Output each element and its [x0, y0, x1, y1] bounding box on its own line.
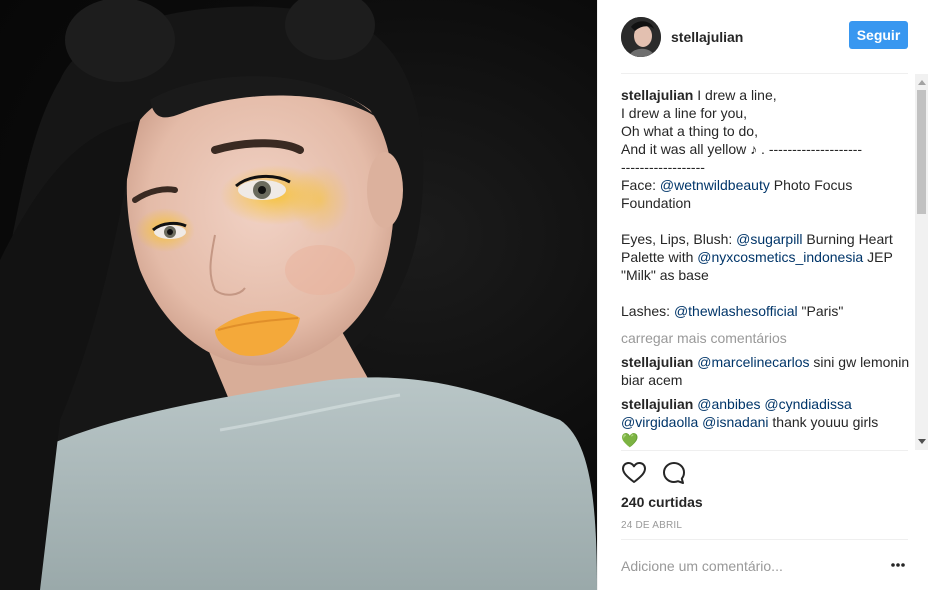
caption-line: ------------------ — [621, 159, 705, 175]
caption-face: Face: @wetnwildbeauty Photo Focus Founda… — [621, 177, 853, 211]
comment-username[interactable]: stellajulian — [621, 354, 693, 370]
post-photo[interactable] — [0, 0, 597, 590]
scroll-down-arrow-icon[interactable] — [918, 439, 926, 444]
caption-lashes: Lashes: @thewlashesofficial "Paris" — [621, 303, 844, 319]
mention-link[interactable]: @marcelinecarlos — [697, 354, 809, 370]
comment-item: stellajulian @anbibes @cyndiadissa @virg… — [621, 395, 911, 448]
more-options-icon[interactable] — [890, 560, 906, 570]
divider — [621, 73, 908, 74]
heart-icon[interactable] — [621, 460, 647, 486]
comment-icon[interactable] — [661, 460, 687, 486]
header-username[interactable]: stellajulian — [671, 29, 743, 45]
comment-item: stellajulian @marcelinecarlos sini gw le… — [621, 353, 911, 389]
avatar-image — [621, 16, 661, 57]
caption: stellajulian I drew a line, I drew a lin… — [621, 86, 911, 320]
mention-link[interactable]: @thewlashesofficial — [674, 303, 798, 319]
scroll-up-arrow-icon[interactable] — [918, 80, 926, 85]
mention-link[interactable]: @anbibes — [697, 396, 760, 412]
load-more-comments-link[interactable]: carregar mais comentários — [621, 329, 911, 347]
likes-count[interactable]: 240 curtidas — [621, 494, 703, 510]
add-comment-input[interactable] — [621, 558, 861, 574]
instagram-post-modal: stellajulian Seguir stellajulian I drew … — [0, 0, 928, 590]
mention-link[interactable]: @wetnwildbeauty — [660, 177, 770, 193]
comment-text: thank youuu girls — [768, 414, 879, 430]
post-date[interactable]: 24 DE ABRIL — [621, 520, 682, 531]
mention-link[interactable]: @sugarpill — [736, 231, 802, 247]
post-header: stellajulian Seguir — [598, 0, 928, 73]
divider — [621, 450, 908, 451]
caption-line: I drew a line for you, — [621, 105, 748, 121]
caption-line: Oh what a thing to do, — [621, 123, 758, 139]
caption-line: I drew a line, — [697, 87, 777, 103]
caption-eyes: Eyes, Lips, Blush: @sugarpill Burning He… — [621, 231, 893, 283]
scrollbar-thumb[interactable] — [917, 90, 926, 214]
green-heart-emoji: 💚 — [621, 432, 639, 448]
comments-scrollbar[interactable] — [915, 74, 928, 450]
portrait-image — [0, 0, 597, 590]
caption-line: And it was all yellow ♪ . --------------… — [621, 141, 863, 157]
follow-button[interactable]: Seguir — [849, 21, 908, 49]
caption-username[interactable]: stellajulian — [621, 87, 693, 103]
divider — [621, 539, 908, 540]
comments-list: stellajulian I drew a line, I drew a lin… — [621, 86, 911, 448]
post-side-panel: stellajulian Seguir stellajulian I drew … — [597, 0, 928, 590]
mention-link[interactable]: @nyxcosmetics_indonesia — [697, 249, 863, 265]
mention-link[interactable]: @isnadani — [702, 414, 768, 430]
comment-username[interactable]: stellajulian — [621, 396, 693, 412]
mention-link[interactable]: @cyndiadissa — [764, 396, 851, 412]
mention-link[interactable]: @virgidaolla — [621, 414, 698, 430]
avatar[interactable] — [621, 16, 661, 57]
post-actions — [621, 460, 687, 488]
